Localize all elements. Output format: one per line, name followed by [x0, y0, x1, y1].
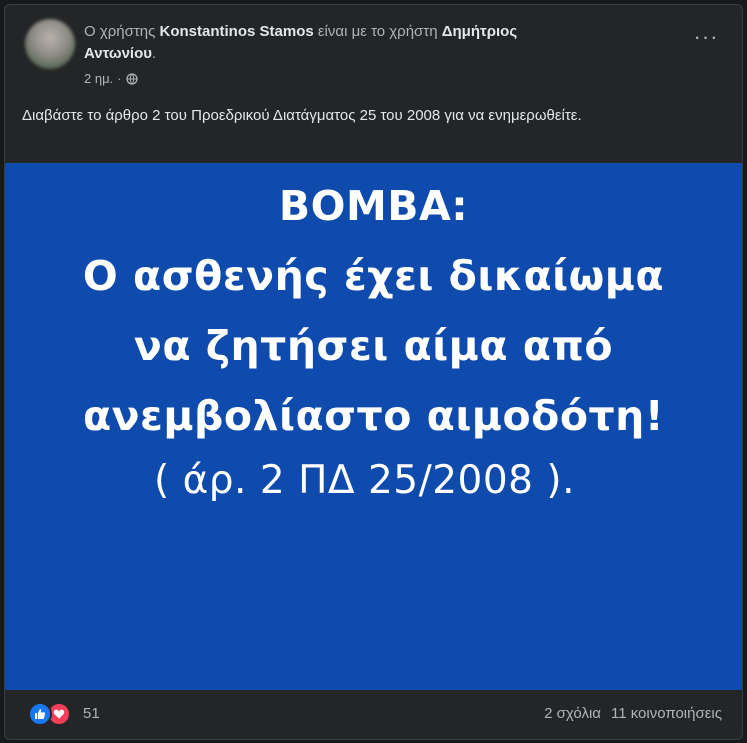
author-prefix: Ο χρήστης [84, 23, 156, 40]
more-options-button[interactable]: ··· [688, 24, 724, 51]
image-line-3: να ζητήσει αίμα από [133, 322, 614, 370]
image-text: ΒΟΜΒΑ: Ο ασθενής έχει δικαίωμα να ζητήσε… [5, 171, 742, 511]
image-line-2: Ο ασθενής έχει δικαίωμα [82, 252, 665, 300]
more-icon: ··· [693, 24, 719, 49]
post-time-link[interactable]: 2 ημ. [84, 71, 113, 87]
tagged-name-last-link[interactable]: Αντωνίου [84, 45, 152, 62]
avatar[interactable] [25, 19, 75, 69]
globe-icon[interactable] [125, 73, 138, 85]
meta-separator: · [117, 71, 122, 86]
reactions-summary[interactable]: 51 [28, 702, 100, 726]
author-line: Ο χρήστης Konstantinos Stamos είναι με τ… [84, 21, 644, 65]
facebook-post: Ο χρήστης Konstantinos Stamos είναι με τ… [4, 4, 743, 740]
image-line-4: ανεμβολίαστο αιμοδότη! [82, 392, 665, 440]
post-footer: 51 2 σχόλια 11 κοινοποιήσεις [5, 695, 742, 739]
period: . [151, 45, 157, 62]
engagement-stats: 2 σχόλια 11 κοινοποιήσεις [544, 702, 722, 726]
shares-count-link[interactable]: 11 κοινοποιήσεις [611, 702, 722, 726]
like-icon [28, 702, 52, 726]
post-meta: 2 ημ. · [84, 71, 138, 87]
comments-count-link[interactable]: 2 σχόλια [544, 702, 601, 726]
with-text: είναι με το χρήστη [317, 23, 438, 40]
post-caption: Διαβάστε το άρθρο 2 του Προεδρικού Διατά… [22, 107, 582, 124]
author-name-link[interactable]: Konstantinos Stamos [160, 23, 314, 40]
tagged-name-first-link[interactable]: Δημήτριος [442, 23, 517, 40]
image-line-reference: ( άρ. 2 ΠΔ 25/2008 ). [153, 458, 575, 503]
post-header: Ο χρήστης Konstantinos Stamos είναι με τ… [5, 5, 742, 100]
image-line-headline: ΒΟΜΒΑ: [278, 182, 469, 230]
reaction-count: 51 [83, 705, 100, 722]
post-image[interactable]: ΒΟΜΒΑ: Ο ασθενής έχει δικαίωμα να ζητήσε… [5, 163, 742, 690]
